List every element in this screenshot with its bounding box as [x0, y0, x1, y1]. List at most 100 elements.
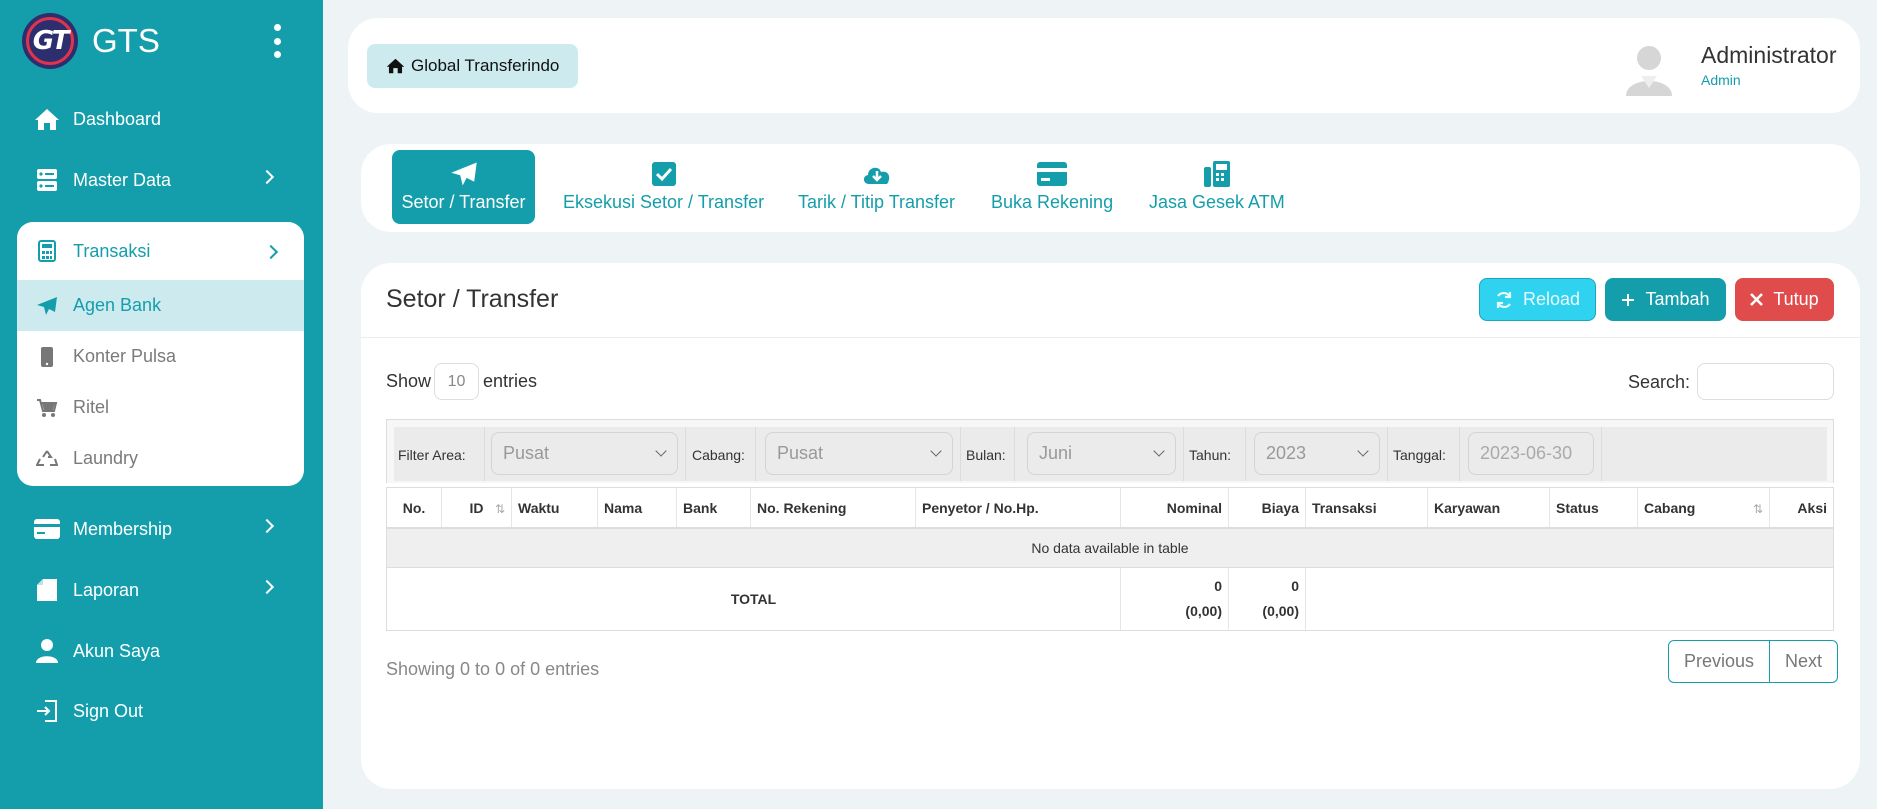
submenu-transaksi: Transaksi Agen Bank Konter Pulsa Ritel L… [17, 222, 304, 486]
tab-label: Jasa Gesek ATM [1149, 192, 1285, 212]
column-header[interactable]: No. Rekening [751, 488, 916, 527]
user-icon [34, 638, 60, 664]
chevron-down-icon [1153, 445, 1165, 457]
column-header[interactable]: Penyetor / No.Hp. [916, 488, 1121, 527]
column-header[interactable]: Karyawan [1428, 488, 1550, 527]
tab-label: Setor / Transfer [401, 192, 526, 212]
breadcrumb[interactable]: Global Transferindo [367, 44, 579, 88]
chevron-right-icon [263, 244, 279, 260]
sidebar-item-laporan[interactable]: Laporan [34, 570, 294, 610]
chevron-right-icon [259, 518, 275, 534]
reload-label: Reload [1522, 289, 1581, 309]
sidebar-item-label: Master Data [73, 169, 172, 190]
checkbox-icon [651, 160, 676, 188]
chevron-down-icon [655, 445, 667, 457]
show-label: Show [386, 371, 432, 391]
filter-cabang-label: Cabang: [692, 447, 745, 463]
tab-label: Tarik / Titip Transfer [798, 192, 956, 212]
paper-plane-icon [34, 293, 60, 319]
avatar[interactable] [1620, 38, 1678, 96]
plus-icon [1621, 293, 1635, 307]
kebab-menu-icon[interactable] [273, 24, 281, 58]
next-button[interactable]: Next [1769, 641, 1837, 682]
column-header[interactable]: Aksi [1770, 488, 1833, 527]
filter-tanggal-label: Tanggal: [1393, 447, 1446, 463]
transactions-table: No. ID ⇅ Waktu Nama Bank No. Rekening Pen… [386, 487, 1834, 631]
close-button[interactable]: Tutup [1735, 278, 1834, 321]
sidebar-item-akun-saya[interactable]: Akun Saya [34, 631, 294, 671]
cloud-download-icon [861, 160, 893, 188]
table-empty-row: No data available in table [387, 529, 1833, 568]
tab-tarik-titip-transfer[interactable]: Tarik / Titip Transfer [798, 150, 955, 224]
table-info: Showing 0 to 0 of 0 entries [386, 659, 600, 679]
tab-jasa-gesek-atm[interactable]: Jasa Gesek ATM [1149, 150, 1285, 224]
column-header-id[interactable]: ID ⇅ [442, 488, 512, 527]
filter-area-select[interactable]: Pusat [491, 432, 678, 475]
sidebar-item-sign-out[interactable]: Sign Out [34, 691, 294, 731]
filter-bulan-label: Bulan: [966, 447, 1006, 463]
fax-icon [1203, 160, 1230, 188]
mobile-phone-icon [34, 344, 60, 370]
sidebar-item-transaksi[interactable]: Transaksi [17, 222, 304, 280]
add-button[interactable]: Tambah [1605, 278, 1726, 321]
calculator-icon [34, 238, 60, 264]
submenu-item-konter-pulsa[interactable]: Konter Pulsa [17, 331, 304, 382]
filter-tahun-select[interactable]: 2023 [1254, 432, 1380, 475]
home-icon [386, 58, 405, 74]
column-header[interactable]: Status [1550, 488, 1638, 527]
tab-buka-rekening[interactable]: Buka Rekening [991, 150, 1113, 224]
breadcrumb-label: Global Transferindo [411, 56, 560, 75]
sidebar-item-master-data[interactable]: Master Data [34, 160, 294, 200]
book-icon [34, 577, 60, 603]
brand[interactable]: GT GTS [22, 13, 160, 69]
main-card: Setor / Transfer Reload Tambah Tutup Sho… [361, 263, 1860, 789]
sidebar-item-label: Transaksi [73, 240, 151, 261]
filter-bulan-select[interactable]: Juni [1027, 432, 1176, 475]
column-header[interactable]: Biaya [1229, 488, 1306, 527]
nominal-total: 0 (0,00) [1121, 568, 1229, 630]
column-header-cabang[interactable]: Cabang ⇅ [1638, 488, 1770, 527]
tab-label: Buka Rekening [991, 192, 1114, 212]
filter-cabang-select[interactable]: Pusat [765, 432, 953, 475]
submenu-item-label: Laundry [73, 448, 139, 468]
brand-name: GTS [92, 22, 160, 59]
sidebar-item-label: Dashboard [73, 108, 162, 129]
reload-button[interactable]: Reload [1479, 278, 1596, 321]
column-header[interactable]: Bank [677, 488, 751, 527]
table-header: No. ID ⇅ Waktu Nama Bank No. Rekening Pen… [387, 488, 1833, 529]
tab-label: Eksekusi Setor / Transfer [563, 192, 765, 212]
submenu-item-ritel[interactable]: Ritel [17, 382, 304, 433]
sidebar-item-label: Akun Saya [73, 640, 161, 661]
tab-eksekusi-setor-transfer[interactable]: Eksekusi Setor / Transfer [563, 150, 764, 224]
refresh-icon [1495, 291, 1513, 309]
sidebar-item-membership[interactable]: Membership [34, 509, 294, 549]
transaction-tabs: Setor / Transfer Eksekusi Setor / Transf… [361, 144, 1860, 232]
credit-card-icon [1037, 160, 1068, 188]
tab-setor-transfer[interactable]: Setor / Transfer [392, 150, 535, 224]
search-input[interactable] [1697, 363, 1834, 400]
submenu-item-label: Konter Pulsa [73, 346, 177, 366]
sign-out-icon [34, 698, 60, 724]
search-label: Search: [1628, 372, 1691, 392]
filter-tanggal-input[interactable]: 2023-06-30 [1468, 432, 1594, 475]
filter-area-label: Filter Area: [398, 447, 466, 463]
divider [361, 337, 1860, 338]
pagination: Previous Next [1668, 640, 1839, 683]
page-title: Setor / Transfer [386, 285, 559, 313]
filter-tahun-label: Tahun: [1189, 447, 1232, 463]
shopping-cart-icon [34, 395, 60, 421]
column-header[interactable]: No. [387, 488, 442, 527]
chevron-down-icon [1357, 445, 1369, 457]
submenu-item-laundry[interactable]: Laundry [17, 433, 304, 484]
column-header[interactable]: Transaksi [1306, 488, 1428, 527]
page-length-select[interactable]: 10 [434, 363, 479, 400]
biaya-total: 0 (0,00) [1229, 568, 1306, 630]
sidebar-item-label: Membership [73, 518, 173, 539]
submenu-item-agen-bank[interactable]: Agen Bank [17, 280, 304, 331]
column-header[interactable]: Nama [598, 488, 677, 527]
column-header[interactable]: Waktu [512, 488, 598, 527]
sidebar-item-dashboard[interactable]: Dashboard [34, 99, 294, 139]
recycle-icon [34, 446, 60, 472]
column-header[interactable]: Nominal [1121, 488, 1229, 527]
previous-button[interactable]: Previous [1669, 641, 1769, 682]
